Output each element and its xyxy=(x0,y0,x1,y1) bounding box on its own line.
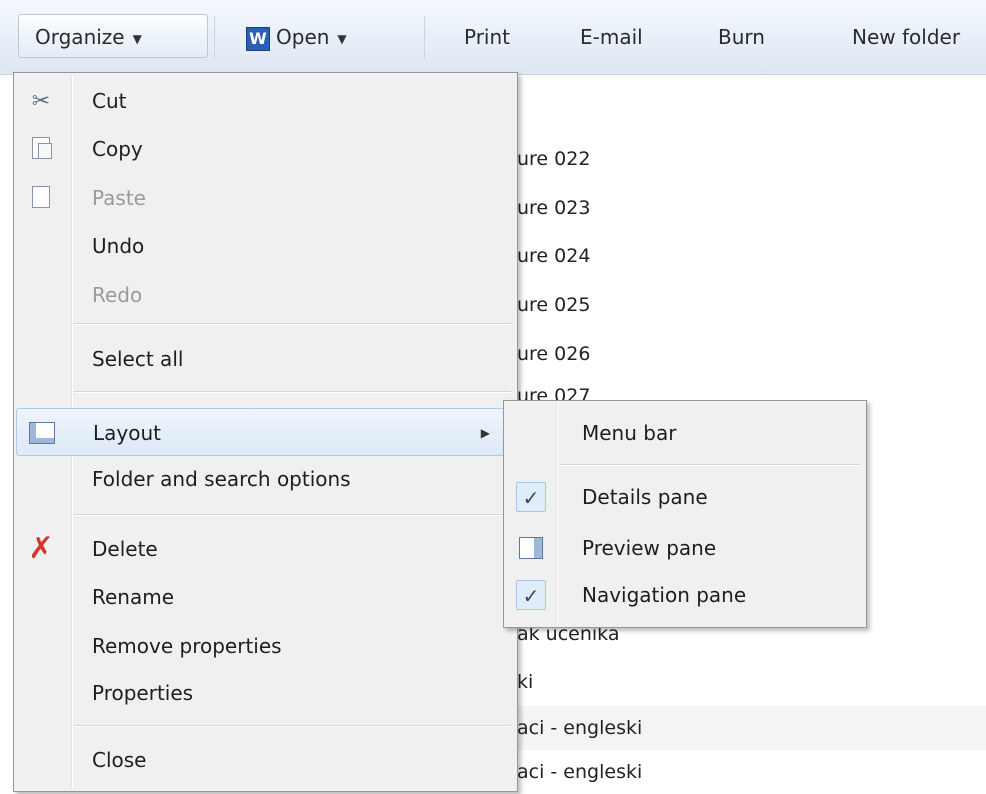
menu-item-label: Layout xyxy=(93,421,161,445)
menu-item-select-all[interactable]: Select all xyxy=(16,335,513,383)
menu-item-layout[interactable]: Layout ▶ xyxy=(16,408,513,456)
menu-item-properties[interactable]: Properties xyxy=(16,669,513,717)
checkmark-icon: ✓ xyxy=(516,580,546,610)
submenu-item-label: Menu bar xyxy=(582,421,677,445)
print-button[interactable]: Print xyxy=(464,18,510,56)
menu-item-label: Paste xyxy=(92,186,146,210)
file-item[interactable]: ure 022 xyxy=(515,137,986,181)
menu-separator xyxy=(74,514,511,516)
menu-item-rename[interactable]: Rename xyxy=(16,573,513,621)
chevron-down-icon: ▼ xyxy=(132,31,142,46)
organize-menu: ✂ Cut Copy Paste Undo Redo Select all La… xyxy=(13,72,518,792)
submenu-item-navigation-pane[interactable]: ✓ Navigation pane xyxy=(506,571,862,619)
delete-x-icon: ✗ xyxy=(28,531,54,566)
copy-icon xyxy=(26,125,56,173)
toolbar-divider xyxy=(424,16,425,58)
menu-separator xyxy=(74,323,511,325)
submenu-item-label: Preview pane xyxy=(582,536,717,560)
toolbar-divider xyxy=(214,16,215,58)
menu-item-label: Undo xyxy=(92,234,145,258)
chevron-right-icon: ▶ xyxy=(480,426,490,440)
menu-separator xyxy=(74,725,511,727)
paste-icon xyxy=(26,174,56,222)
submenu-item-preview-pane[interactable]: Preview pane xyxy=(506,524,862,572)
menu-item-paste[interactable]: Paste xyxy=(16,174,513,222)
submenu-item-label: Navigation pane xyxy=(582,583,747,607)
menu-item-label: Remove properties xyxy=(92,634,282,658)
menu-item-label: Redo xyxy=(92,283,143,307)
file-item[interactable]: ure 026 xyxy=(515,332,986,376)
burn-button[interactable]: Burn xyxy=(718,18,765,56)
menu-item-remove-properties[interactable]: Remove properties xyxy=(16,622,513,670)
scissors-icon: ✂ xyxy=(31,89,51,114)
menu-item-close[interactable]: Close xyxy=(16,736,513,784)
open-label: Open xyxy=(276,25,330,49)
open-button[interactable]: W Open ▼ xyxy=(246,18,347,56)
menu-item-label: Close xyxy=(92,748,147,772)
new-folder-button[interactable]: New folder xyxy=(852,18,960,56)
menu-separator xyxy=(560,464,860,466)
menu-item-label: Select all xyxy=(92,347,184,371)
menu-item-label: Properties xyxy=(92,681,194,705)
chevron-down-icon: ▼ xyxy=(337,31,347,46)
file-item[interactable]: ure 023 xyxy=(515,186,986,230)
file-item[interactable]: ure 025 xyxy=(515,283,986,327)
menu-item-undo[interactable]: Undo xyxy=(16,222,513,270)
menu-item-label: Rename xyxy=(92,585,175,609)
email-button[interactable]: E-mail xyxy=(580,18,643,56)
command-bar: Organize ▼ W Open ▼ Print E-mail Burn New f… xyxy=(0,0,986,75)
submenu-item-label: Details pane xyxy=(582,485,708,509)
menu-item-label: Copy xyxy=(92,137,143,161)
menu-item-copy[interactable]: Copy xyxy=(16,125,513,173)
menu-item-cut[interactable]: ✂ Cut xyxy=(16,77,513,125)
preview-pane-icon xyxy=(516,533,546,563)
file-item[interactable]: aci - engleski xyxy=(515,750,986,794)
submenu-item-details-pane[interactable]: ✓ Details pane xyxy=(506,473,862,521)
file-item[interactable]: aci - engleski xyxy=(515,706,986,750)
file-item[interactable]: ki xyxy=(515,660,986,704)
word-icon: W xyxy=(246,26,270,51)
organize-button[interactable]: Organize ▼ xyxy=(18,14,208,58)
menu-separator xyxy=(74,391,511,393)
checkmark-icon: ✓ xyxy=(516,482,546,512)
menu-item-redo[interactable]: Redo xyxy=(16,271,513,319)
submenu-item-menu-bar[interactable]: Menu bar xyxy=(506,409,862,457)
layout-submenu: Menu bar ✓ Details pane Preview pane ✓ N… xyxy=(503,400,867,628)
menu-item-label: Delete xyxy=(92,537,158,561)
file-item[interactable]: ure 024 xyxy=(515,234,986,278)
menu-item-delete[interactable]: ✗ Delete xyxy=(16,525,513,573)
layout-icon xyxy=(27,409,57,457)
organize-label: Organize xyxy=(35,25,125,49)
menu-item-label: Cut xyxy=(92,89,127,113)
menu-item-label: Folder and search options xyxy=(92,467,351,491)
menu-item-folder-options[interactable]: Folder and search options xyxy=(16,455,513,503)
